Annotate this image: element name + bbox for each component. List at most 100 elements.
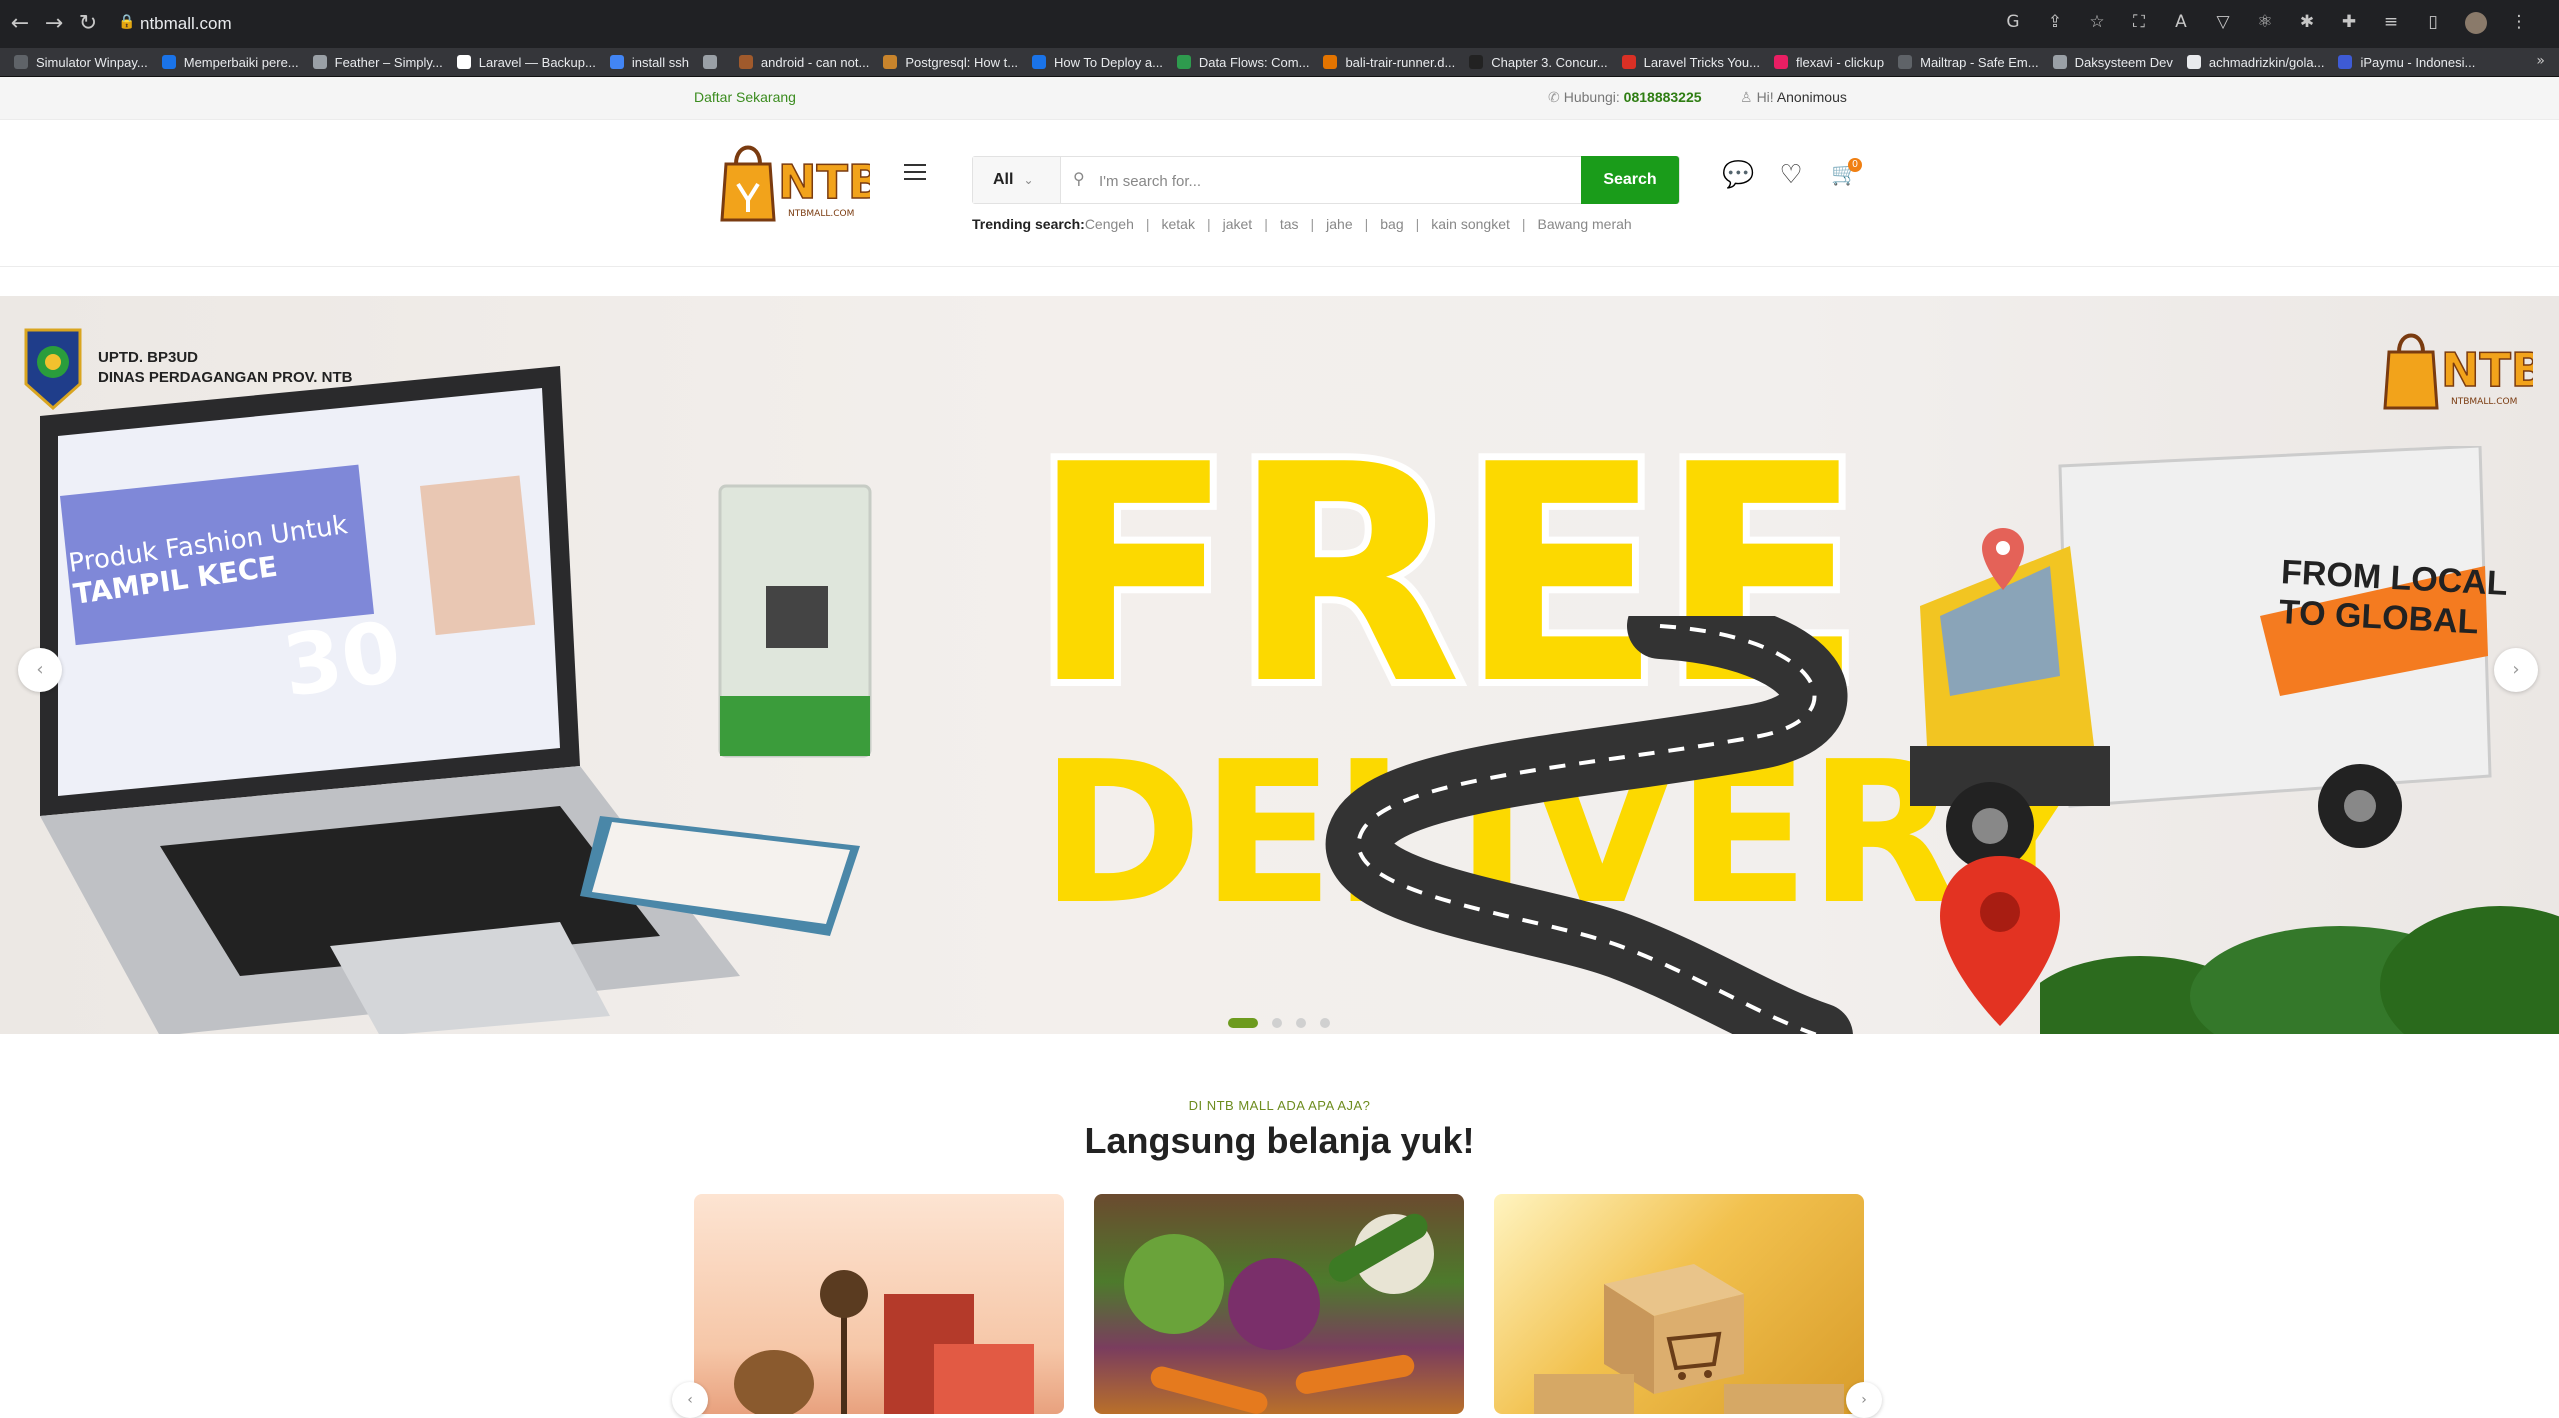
svg-text:NTBMALL.COM: NTBMALL.COM (2451, 397, 2517, 407)
bookmark-favicon-icon (1323, 55, 1338, 69)
back-icon[interactable]: ← (8, 12, 32, 36)
contact-info: ✆ Hubungi: 0818883225 (1548, 89, 1702, 106)
bookmark-label: How To Deploy a... (1054, 54, 1163, 70)
bookmark-item[interactable]: Mailtrap - Safe Em... (1898, 54, 2039, 70)
more-bookmarks-icon[interactable]: » (2536, 53, 2545, 69)
bookmark-label: Chapter 3. Concur... (1491, 54, 1608, 70)
user-greeting[interactable]: ♙ Hi! Anonimous (1740, 89, 1847, 106)
bookmark-favicon-icon (883, 55, 898, 69)
bookmark-item[interactable]: Memperbaiki pere... (161, 54, 299, 70)
category-cards (694, 1194, 1864, 1414)
react-icon[interactable]: ⚛ (2255, 12, 2275, 32)
trending-label: Trending search: (972, 216, 1085, 232)
bookmark-item[interactable]: Postgresql: How t... (883, 55, 1018, 70)
search-input[interactable] (1097, 165, 1541, 197)
bookmark-item[interactable]: iPaymu - Indonesi... (2338, 55, 2475, 70)
cards-next-arrow-icon[interactable]: › (1846, 1382, 1882, 1418)
category-card-delivery[interactable] (1494, 1194, 1864, 1414)
greeting-label: Hi! (1756, 89, 1774, 105)
bookmark-item[interactable] (702, 55, 725, 69)
google-icon[interactable]: G (2003, 12, 2023, 32)
svg-text:NTBMALL.COM: NTBMALL.COM (788, 209, 854, 219)
trending-separator: | (1364, 216, 1369, 232)
bookmarks-bar: Simulator Winpay... Memperbaiki pere... Fe… (0, 48, 2559, 77)
search-icon: ⚲ (1073, 169, 1085, 188)
bookmark-favicon-icon (1773, 55, 1788, 69)
extension-bar: G ⇪ ☆ ⛶ A ▽ ⚛ ✱ ✚ ≡ ▯ ⋮ (2003, 12, 2529, 34)
translate-icon[interactable]: ⛶ (2129, 12, 2149, 32)
bookmark-item[interactable]: How To Deploy a... (1032, 55, 1163, 70)
trending-separator: | (1145, 216, 1150, 232)
bookmark-item[interactable]: Laravel — Backup... (456, 55, 596, 70)
bookmark-item[interactable]: bali-trair-runner.d... (1323, 55, 1455, 70)
bookmark-item[interactable]: Simulator Winpay... (14, 55, 148, 70)
trending-item[interactable]: bag (1380, 216, 1403, 232)
bookmark-item[interactable]: Laravel Tricks You... (1621, 55, 1760, 70)
carousel-dot[interactable] (1228, 1018, 1258, 1028)
bookmark-label: Mailtrap - Safe Em... (1920, 54, 2039, 70)
small-pin-icon (1982, 528, 2024, 590)
trending-item[interactable]: Cengeh (1085, 216, 1134, 232)
bookmark-item[interactable]: Data Flows: Com... (1176, 55, 1309, 70)
banner-prev-arrow-icon[interactable]: ‹ (18, 648, 62, 692)
cards-prev-arrow-icon[interactable]: ‹ (672, 1382, 708, 1418)
profile-avatar[interactable] (2465, 12, 2487, 34)
trending-separator: | (1264, 216, 1268, 232)
register-link[interactable]: Daftar Sekarang (694, 89, 796, 105)
bookmark-favicon-icon (1176, 55, 1191, 69)
search-button[interactable]: Search (1581, 156, 1679, 204)
bookmark-item[interactable]: android - can not... (738, 55, 869, 70)
carousel-dot[interactable] (1272, 1018, 1282, 1028)
menu-icon[interactable]: ⋮ (2509, 12, 2529, 32)
contact-phone[interactable]: 0818883225 (1624, 89, 1702, 105)
bookmark-item[interactable]: Feather – Simply... (312, 55, 443, 70)
bookmark-label: Memperbaiki pere... (183, 54, 299, 70)
trending-item[interactable]: kain songket (1431, 216, 1510, 232)
settings-icon[interactable]: ✱ (2297, 12, 2317, 32)
bookmark-item[interactable]: Daksysteem Dev (2052, 55, 2173, 70)
trending-item[interactable]: tas (1280, 216, 1299, 232)
section-title: Langsung belanja yuk! (1084, 1120, 1475, 1161)
trending-item[interactable]: Bawang merah (1538, 216, 1632, 232)
bookmark-favicon-icon (1621, 55, 1636, 69)
browser-toolbar: ← → ↻ 🔒 ntbmall.com G ⇪ ☆ ⛶ A ▽ ⚛ ✱ ✚ ≡ … (0, 0, 2559, 48)
category-card-crafts[interactable] (694, 1194, 1064, 1414)
forward-icon[interactable]: → (42, 12, 66, 36)
reload-icon[interactable]: ↻ (76, 12, 100, 36)
bookmark-item[interactable]: install ssh (609, 55, 689, 70)
chat-icon[interactable]: 💬 (1722, 160, 1754, 190)
bookmark-item[interactable]: flexavi - clickup (1773, 55, 1884, 70)
phone-icon: ✆ (1548, 90, 1560, 106)
trending-search: Trending search:Cengeh | ketak | jaket | tas | j… (972, 216, 1632, 232)
bookmark-label: bali-trair-runner.d... (1345, 54, 1456, 70)
font-icon[interactable]: A (2171, 12, 2191, 32)
carousel-dot[interactable] (1320, 1018, 1330, 1028)
category-card-vegetables[interactable] (1094, 1194, 1464, 1414)
banner-next-arrow-icon[interactable]: › (2494, 648, 2538, 692)
lock-icon[interactable]: 🔒 (118, 14, 135, 32)
bookmark-favicon-icon (609, 55, 624, 69)
carousel-dot[interactable] (1296, 1018, 1306, 1028)
bookmark-item[interactable]: Chapter 3. Concur... (1469, 54, 1608, 70)
svg-text:NTB: NTB (2441, 343, 2533, 397)
trending-separator: | (1415, 216, 1420, 232)
wishlist-heart-icon[interactable]: ♡ (1776, 160, 1806, 190)
hamburger-menu-icon[interactable] (904, 164, 926, 182)
share-icon[interactable]: ⇪ (2045, 12, 2065, 32)
puzzle-icon[interactable]: ✚ (2339, 12, 2359, 32)
trending-item[interactable]: ketak (1162, 216, 1195, 232)
cart-count-badge: 0 (1848, 158, 1862, 172)
category-select[interactable]: All ⌄ (973, 157, 1061, 203)
star-icon[interactable]: ☆ (2087, 12, 2107, 32)
bookmark-favicon-icon (2052, 55, 2067, 69)
bookmark-favicon-icon (14, 55, 28, 69)
trending-item[interactable]: jahe (1326, 216, 1352, 232)
trending-item[interactable]: jaket (1223, 216, 1253, 232)
sidebar-icon[interactable]: ▯ (2423, 12, 2443, 32)
search-bar: All ⌄ ⚲ Search (972, 156, 1680, 204)
bookmark-item[interactable]: achmadrizkin/gola... (2186, 55, 2324, 70)
list-icon[interactable]: ≡ (2381, 12, 2401, 32)
address-bar[interactable]: ntbmall.com (140, 12, 232, 36)
vue-icon[interactable]: ▽ (2213, 12, 2233, 32)
ntbmall-logo[interactable]: NTB NTBMALL.COM (718, 134, 870, 226)
